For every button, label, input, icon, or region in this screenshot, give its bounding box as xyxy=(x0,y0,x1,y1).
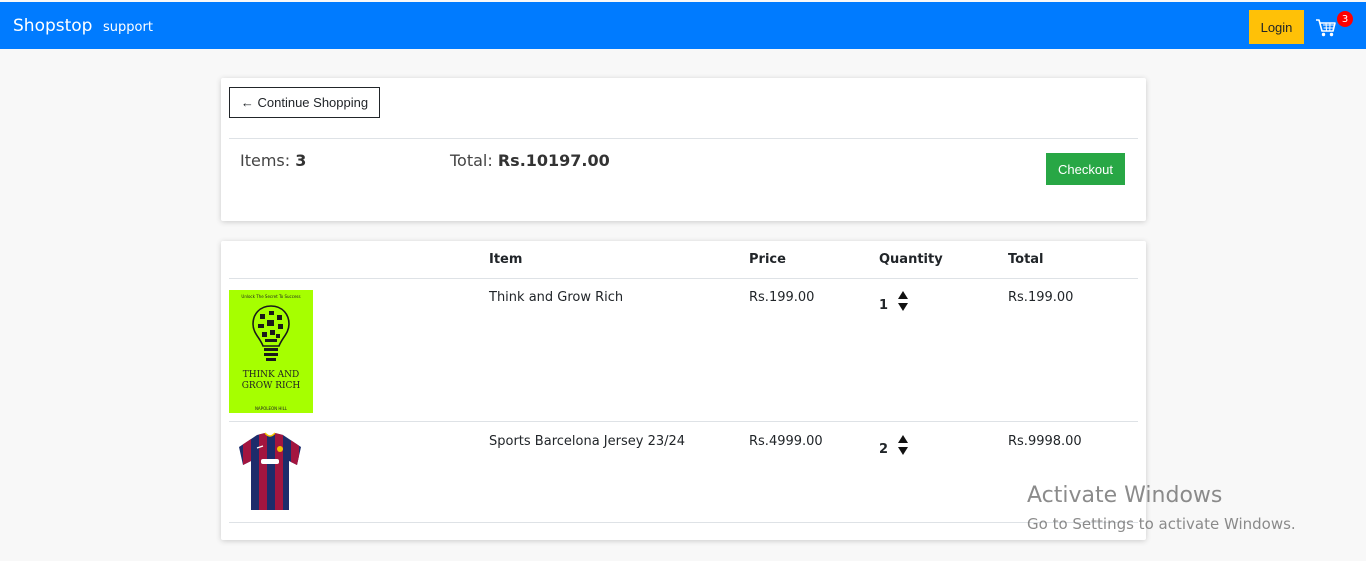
product-name: Think and Grow Rich xyxy=(489,290,624,305)
cart-button[interactable]: 3 xyxy=(1315,11,1353,42)
column-header-total: Total xyxy=(1008,252,1044,267)
windows-activation-watermark: Activate Windows Go to Settings to activ… xyxy=(1027,483,1296,535)
decrease-quantity-icon[interactable] xyxy=(898,303,908,311)
items-count-value: 3 xyxy=(295,151,307,170)
continue-shopping-button[interactable]: ← Continue Shopping xyxy=(229,87,380,118)
cart-items-table: Item Price Quantity Total Unlock The Sec… xyxy=(221,241,1146,540)
brand-logo[interactable]: Shopstop xyxy=(13,16,92,36)
product-line-total: Rs.199.00 xyxy=(1008,290,1074,305)
decrease-quantity-icon[interactable] xyxy=(898,447,908,455)
items-prefix: Items: xyxy=(240,151,296,170)
product-price: Rs.4999.00 xyxy=(749,434,823,449)
top-navbar: Shopstop support Login 3 xyxy=(0,2,1366,49)
table-row: Sports Barcelona Jersey 23/24 Rs.4999.00… xyxy=(221,423,1146,523)
table-row: Unlock The Secret To Success THINK AND G… xyxy=(221,279,1146,421)
quantity-arrows xyxy=(898,291,908,311)
lightbulb-icon xyxy=(252,305,290,361)
cart-total-label: Total: Rs.10197.00 xyxy=(450,151,610,170)
book-author: NAPOLEON HILL xyxy=(254,406,288,411)
column-header-price: Price xyxy=(749,252,786,267)
login-button[interactable]: Login xyxy=(1249,10,1304,44)
quantity-stepper: 2 xyxy=(879,434,919,458)
watermark-title: Activate Windows xyxy=(1027,483,1223,508)
support-link[interactable]: support xyxy=(103,20,153,35)
product-image-jersey xyxy=(239,432,301,510)
quantity-arrows xyxy=(898,435,908,455)
divider xyxy=(229,138,1138,139)
items-count-label: Items: 3 xyxy=(240,151,306,170)
checkout-button[interactable]: Checkout xyxy=(1046,153,1125,185)
product-line-total: Rs.9998.00 xyxy=(1008,434,1082,449)
cart-summary-card: ← Continue Shopping Items: 3 Total: Rs.1… xyxy=(221,78,1146,221)
cart-icon xyxy=(1316,19,1336,37)
quantity-stepper: 1 xyxy=(879,290,919,314)
book-title: THINK AND GROW RICH xyxy=(241,370,301,391)
cart-total-value: Rs.10197.00 xyxy=(497,151,610,170)
column-header-item: Item xyxy=(489,252,523,267)
quantity-value: 1 xyxy=(879,298,889,313)
product-name: Sports Barcelona Jersey 23/24 xyxy=(489,434,686,449)
cart-count-badge: 3 xyxy=(1337,11,1353,27)
total-prefix: Total: xyxy=(450,151,498,170)
increase-quantity-icon[interactable] xyxy=(898,435,908,443)
book-tagline: Unlock The Secret To Success xyxy=(241,294,301,299)
row-divider xyxy=(229,421,1138,422)
watermark-subtitle: Go to Settings to activate Windows. xyxy=(1027,515,1296,533)
increase-quantity-icon[interactable] xyxy=(898,291,908,299)
product-image-book: Unlock The Secret To Success THINK AND G… xyxy=(229,287,313,413)
row-divider xyxy=(229,522,1138,523)
quantity-value: 2 xyxy=(879,442,889,457)
product-price: Rs.199.00 xyxy=(749,290,815,305)
column-header-quantity: Quantity xyxy=(879,252,943,267)
